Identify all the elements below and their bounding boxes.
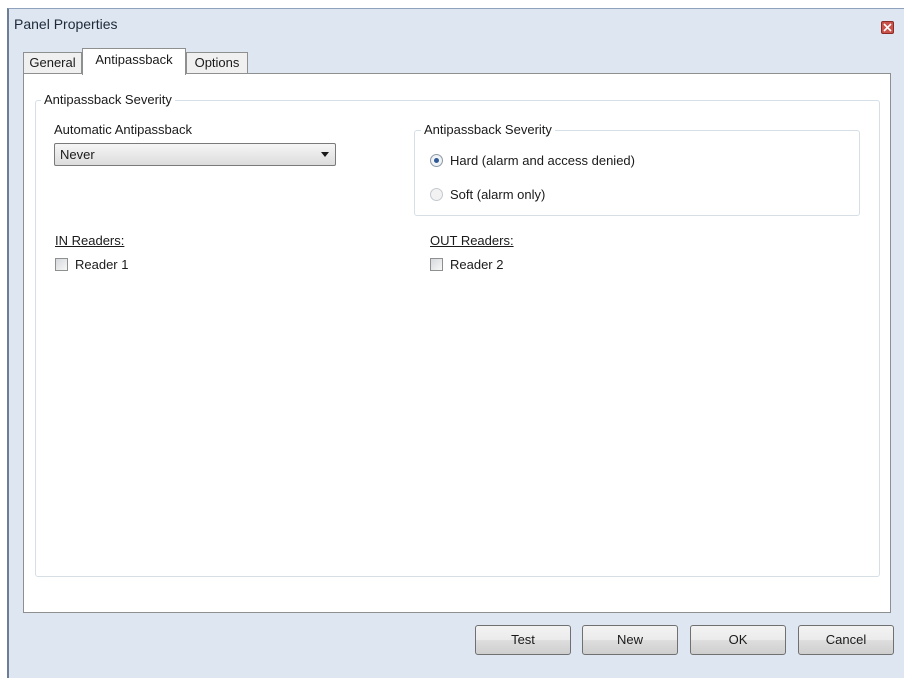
window-title: Panel Properties	[14, 16, 118, 32]
reader-2-checkbox-box[interactable]	[430, 258, 443, 271]
radio-hard-button[interactable]	[430, 154, 443, 167]
chevron-down-icon	[321, 152, 329, 157]
test-button[interactable]: Test	[475, 625, 571, 655]
reader-1-checkbox-box[interactable]	[55, 258, 68, 271]
tab-general[interactable]: General	[23, 52, 82, 74]
severity-groupbox	[414, 130, 860, 216]
tab-antipassback[interactable]: Antipassback	[82, 48, 186, 75]
new-button[interactable]: New	[582, 625, 678, 655]
antipassback-group-label: Antipassback Severity	[41, 92, 175, 107]
severity-group-label: Antipassback Severity	[421, 122, 555, 137]
reader-1-label: Reader 1	[75, 257, 129, 272]
tab-panel: Antipassback Severity Automatic Antipass…	[23, 73, 891, 613]
radio-soft-button[interactable]	[430, 188, 443, 201]
title-bar: Panel Properties	[9, 9, 904, 45]
in-readers-label: IN Readers:	[55, 233, 125, 248]
dialog-window: Panel Properties General Antipassback Op…	[7, 8, 904, 678]
cancel-button[interactable]: Cancel	[798, 625, 894, 655]
ok-button[interactable]: OK	[690, 625, 786, 655]
automatic-antipassback-select[interactable]: Never	[54, 143, 336, 166]
automatic-antipassback-value: Never	[60, 147, 95, 162]
radio-soft-label: Soft (alarm only)	[450, 187, 546, 202]
close-button[interactable]	[881, 21, 894, 34]
radio-hard-label: Hard (alarm and access denied)	[450, 153, 635, 168]
reader-2-label: Reader 2	[450, 257, 504, 272]
automatic-antipassback-label: Automatic Antipassback	[54, 122, 193, 137]
out-readers-label: OUT Readers:	[430, 233, 514, 248]
tab-options[interactable]: Options	[186, 52, 248, 74]
close-icon	[883, 23, 892, 32]
